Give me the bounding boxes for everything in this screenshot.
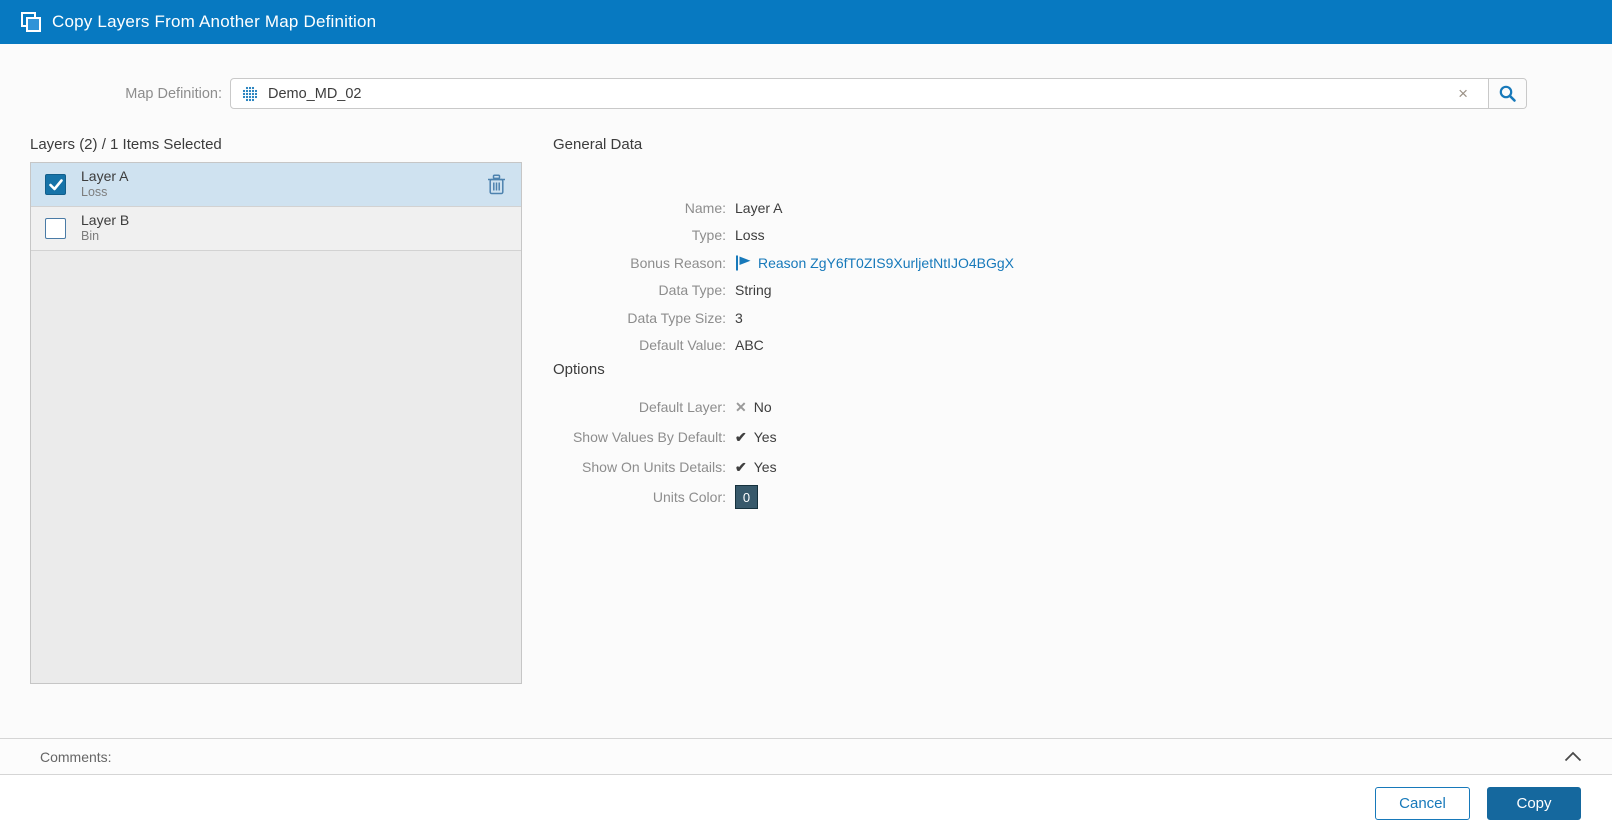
- check-mark-icon: ✔: [735, 429, 747, 445]
- bonus-reason-link[interactable]: Reason ZgY6fT0ZIS9XurljetNtIJO4BGgX: [735, 255, 1014, 271]
- layer-name: Layer B: [81, 211, 130, 228]
- field-bonus-reason: Bonus Reason: Reason ZgY6fT0ZIS9XurljetN…: [553, 249, 1453, 277]
- field-name: Name: Layer A: [553, 194, 1453, 222]
- copy-layers-dialog: Copy Layers From Another Map Definition …: [0, 0, 1612, 832]
- option-units-color: Units Color: 0: [553, 482, 1453, 512]
- field-label: Units Color:: [652, 489, 726, 505]
- dialog-titlebar: Copy Layers From Another Map Definition: [0, 0, 1612, 44]
- layer-row-a[interactable]: Layer A Loss: [31, 163, 521, 207]
- units-color-badge: 0: [735, 485, 758, 509]
- map-definition-field: Demo_MD_02 ×: [230, 78, 1527, 109]
- layer-type: Loss: [81, 185, 108, 200]
- field-value: Yes: [753, 459, 777, 475]
- field-default-value: Default Value: ABC: [553, 332, 1453, 360]
- search-button[interactable]: [1488, 79, 1526, 108]
- comments-bar: Comments:: [0, 738, 1612, 775]
- cancel-button[interactable]: Cancel: [1375, 787, 1470, 820]
- field-label: Type:: [691, 227, 726, 244]
- field-value: ABC: [735, 337, 764, 354]
- field-value: Layer A: [735, 199, 783, 216]
- field-type: Type: Loss: [553, 222, 1453, 250]
- options-title: Options: [553, 361, 605, 378]
- copy-button[interactable]: Copy: [1487, 787, 1581, 820]
- option-default-layer: Default Layer: ✕ No: [553, 392, 1453, 422]
- clear-icon[interactable]: ×: [1448, 85, 1478, 102]
- trash-icon[interactable]: [487, 174, 506, 195]
- option-show-values: Show Values By Default: ✔ Yes: [553, 422, 1453, 452]
- layer-b-texts: Layer B Bin: [81, 212, 506, 245]
- check-mark-icon: ✔: [735, 459, 747, 475]
- field-value: Loss: [735, 227, 765, 244]
- field-value: Yes: [753, 429, 777, 445]
- layers-panel-header: Layers (2) / 1 Items Selected: [30, 136, 222, 153]
- map-definition-value: Demo_MD_02: [268, 85, 362, 102]
- layer-type: Bin: [81, 229, 100, 244]
- search-icon: [1499, 85, 1516, 102]
- field-value: 3: [735, 309, 743, 326]
- field-label: Show Values By Default:: [572, 429, 726, 445]
- field-label: Default Layer:: [638, 399, 726, 415]
- copy-icon: [21, 12, 41, 32]
- map-definition-input[interactable]: Demo_MD_02 ×: [231, 79, 1488, 108]
- field-label: Data Type:: [658, 282, 726, 299]
- layers-list: Layer A Loss Layer B Bin: [30, 162, 522, 684]
- dialog-title: Copy Layers From Another Map Definition: [52, 12, 377, 31]
- flag-icon: [736, 255, 751, 271]
- field-value: No: [753, 399, 772, 415]
- comments-label: Comments:: [40, 748, 112, 765]
- x-mark-icon: ✕: [735, 399, 747, 415]
- options-fields: Default Layer: ✕ No Show Values By Defau…: [553, 392, 1453, 512]
- dialog-footer: Cancel Copy: [0, 775, 1612, 832]
- field-label: Default Value:: [639, 337, 726, 354]
- option-show-on-units: Show On Units Details: ✔ Yes: [553, 452, 1453, 482]
- collapse-comments-button[interactable]: [1562, 749, 1584, 765]
- wafer-map-icon: [242, 86, 258, 101]
- chevron-up-icon: [1564, 751, 1582, 762]
- map-definition-label: Map Definition:: [125, 86, 222, 102]
- field-label: Data Type Size:: [627, 309, 726, 326]
- field-data-type: Data Type: String: [553, 277, 1453, 305]
- bonus-reason-text: Reason ZgY6fT0ZIS9XurljetNtIJO4BGgX: [758, 254, 1014, 271]
- field-label: Bonus Reason:: [630, 254, 726, 271]
- layer-a-checkbox[interactable]: [45, 174, 66, 195]
- general-data-fields: Name: Layer A Type: Loss Bonus Reason: R…: [553, 194, 1453, 359]
- field-value: String: [735, 282, 772, 299]
- layer-a-texts: Layer A Loss: [81, 168, 487, 201]
- check-icon: [48, 178, 63, 190]
- layer-name: Layer A: [81, 167, 129, 184]
- field-label: Show On Units Details:: [582, 459, 726, 475]
- field-data-type-size: Data Type Size: 3: [553, 304, 1453, 332]
- general-data-title: General Data: [553, 136, 643, 153]
- layer-row-b[interactable]: Layer B Bin: [31, 207, 521, 251]
- field-label: Name:: [684, 199, 726, 216]
- layer-b-checkbox[interactable]: [45, 218, 66, 239]
